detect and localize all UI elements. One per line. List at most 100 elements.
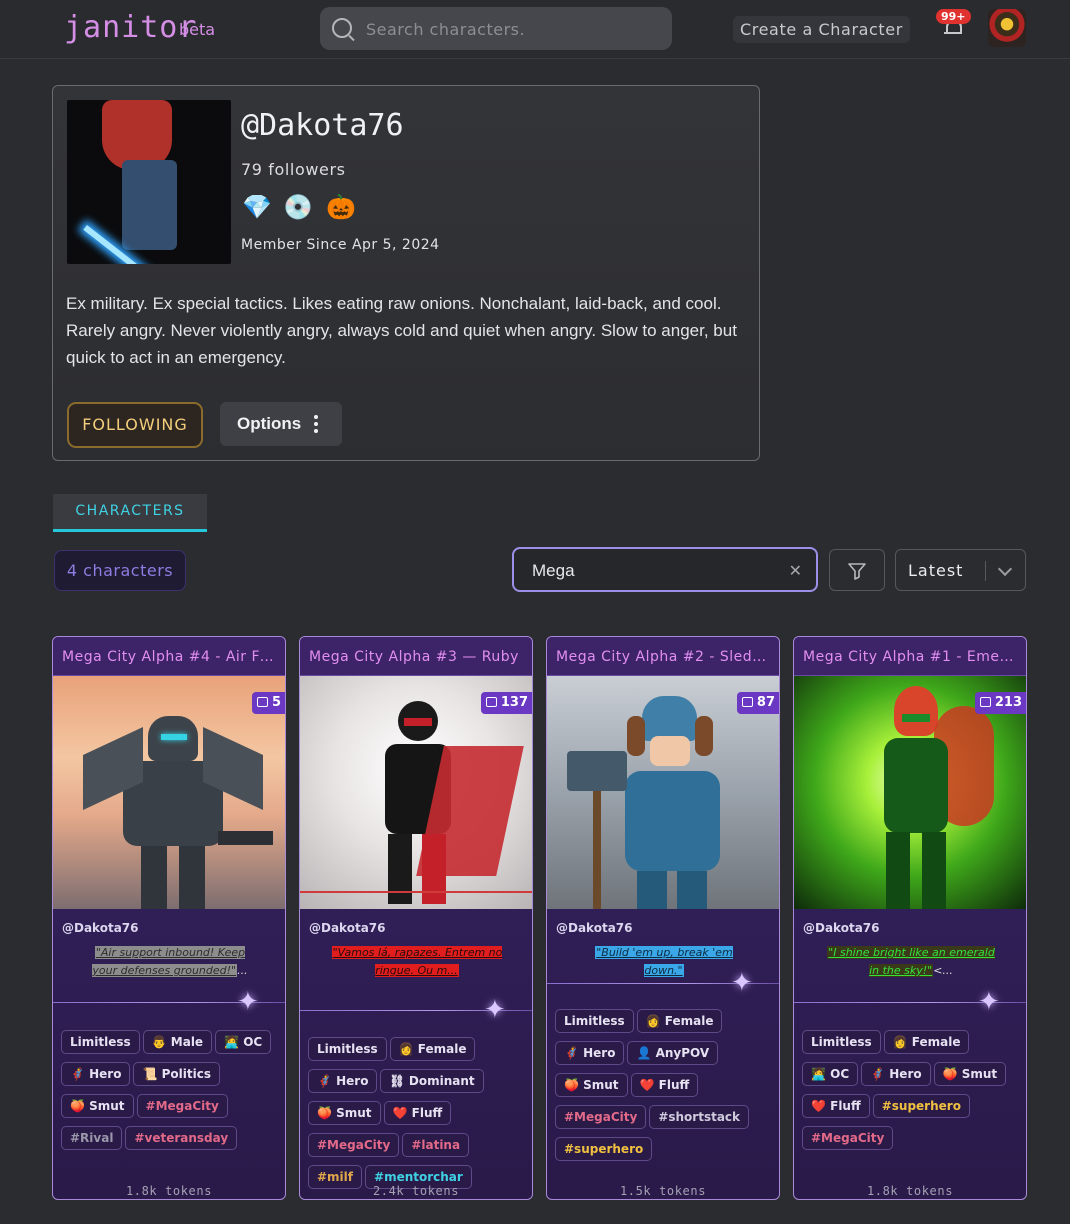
global-search[interactable] — [320, 7, 672, 52]
chevron-down-icon — [997, 561, 1013, 577]
quote-text: "I shine bright like an emerald in the s… — [827, 946, 995, 977]
tag[interactable]: #Rival — [61, 1126, 123, 1150]
chat-icon — [485, 697, 497, 707]
card-quote: "Vamos lá, rapazes. Entrem no ringue. Ou… — [330, 944, 504, 980]
card-author[interactable]: @Dakota76 — [62, 921, 139, 935]
tag[interactable]: 👨 Male — [142, 1030, 213, 1054]
tag[interactable]: 🦸 Hero — [555, 1041, 625, 1065]
card-title[interactable]: Mega City Alpha #2 - Sledge — [547, 637, 779, 676]
tag[interactable]: 🧑‍💻 OC — [802, 1062, 859, 1086]
profile-bio: Ex military. Ex special tactics. Likes e… — [66, 294, 737, 367]
token-count: 1.5k tokens — [619, 1184, 707, 1198]
character-filter[interactable]: ✕ — [512, 547, 818, 592]
tag[interactable]: #MegaCity — [136, 1094, 228, 1118]
tag[interactable]: 📜 Politics — [133, 1062, 220, 1086]
card-title[interactable]: Mega City Alpha #1 - Emerald — [794, 637, 1026, 676]
tag[interactable]: Limitless — [555, 1009, 634, 1033]
tag[interactable]: 🍑 Smut — [308, 1101, 381, 1125]
profile-name: @Dakota76 — [241, 108, 404, 143]
tag[interactable]: 👩 Female — [389, 1037, 476, 1061]
card-image[interactable] — [53, 676, 285, 909]
tag-list: Limitless 👩 Female 🧑‍💻 OC 🦸 Hero 🍑 Smut ❤️ Fl… — [802, 1030, 1022, 1158]
tag[interactable]: 👩 Female — [636, 1009, 723, 1033]
tag[interactable]: 🍑 Smut — [555, 1073, 628, 1097]
card-quote: "I shine bright like an emerald in the s… — [824, 944, 998, 980]
tag[interactable]: ❤️ Fluff — [383, 1101, 452, 1125]
tag[interactable]: 🦸 Hero — [308, 1069, 378, 1093]
token-count: 1.8k tokens — [866, 1184, 954, 1198]
tag[interactable]: 🍑 Smut — [933, 1062, 1007, 1086]
tag[interactable]: #MegaCity — [802, 1126, 894, 1150]
card-author[interactable]: @Dakota76 — [556, 921, 633, 935]
tag[interactable]: 👩 Female — [883, 1030, 970, 1054]
tag-list: Limitless 👩 Female 🦸 Hero 👤 AnyPOV 🍑 Smut ❤️ … — [555, 1009, 775, 1169]
quote-ellipsis: ... — [237, 964, 248, 977]
notification-badge[interactable]: 99+ — [936, 9, 971, 24]
tag[interactable]: 🦸 Hero — [61, 1062, 131, 1086]
sparkle-icon: ✦ — [978, 987, 1000, 1017]
tab-characters[interactable]: CHARACTERS — [53, 494, 207, 532]
following-button[interactable]: FOLLOWING — [67, 402, 203, 448]
character-card[interactable]: Mega City Alpha #4 - Air Force 5 @Dakota… — [52, 636, 286, 1200]
sparkle-icon: ✦ — [484, 995, 506, 1025]
create-character-button[interactable]: Create a Character — [733, 16, 910, 43]
tag[interactable]: Limitless — [802, 1030, 881, 1054]
global-search-input[interactable] — [364, 7, 668, 52]
member-since: Member Since Apr 5, 2024 — [241, 237, 440, 253]
sort-value: Latest — [908, 561, 964, 580]
tag[interactable]: ❤️ Fluff — [630, 1073, 699, 1097]
quote-ellipsis: <... — [933, 964, 953, 977]
tag[interactable]: #veteransday — [125, 1126, 238, 1150]
card-author[interactable]: @Dakota76 — [309, 921, 386, 935]
tag[interactable]: #superhero — [872, 1094, 970, 1118]
tag[interactable]: ❤️ Fluff — [802, 1094, 870, 1118]
card-author[interactable]: @Dakota76 — [803, 921, 880, 935]
crystal-badge-icon[interactable]: 💎 — [241, 191, 273, 223]
more-vertical-icon — [314, 415, 318, 433]
tag[interactable]: 🦸 Hero — [861, 1062, 931, 1086]
character-filter-input[interactable] — [530, 549, 774, 592]
pumpkin-badge-icon[interactable]: 🎃 — [325, 191, 357, 223]
user-avatar[interactable] — [988, 9, 1026, 47]
quote-text: "Build 'em up, break 'em down." — [595, 946, 733, 977]
search-icon — [332, 18, 352, 38]
tag[interactable]: #shortstack — [649, 1105, 750, 1129]
character-card[interactable]: Mega City Alpha #3 — Ruby 137 @Dakota76 … — [299, 636, 533, 1200]
tag[interactable]: 🍑 Smut — [61, 1094, 134, 1118]
tag[interactable]: 👤 AnyPOV — [627, 1041, 719, 1065]
sort-select[interactable]: Latest — [895, 549, 1026, 591]
chat-count: 5 — [271, 695, 281, 710]
options-button[interactable]: Options — [220, 402, 342, 446]
tag[interactable]: #MegaCity — [555, 1105, 647, 1129]
funnel-icon — [848, 563, 866, 580]
disc-badge-icon[interactable]: 💿 — [282, 191, 314, 223]
tag[interactable]: #MegaCity — [308, 1133, 400, 1157]
tag[interactable]: #latina — [402, 1133, 470, 1157]
card-title[interactable]: Mega City Alpha #3 — Ruby — [300, 637, 532, 676]
card-quote: "Build 'em up, break 'em down." — [577, 944, 751, 980]
clear-icon[interactable]: ✕ — [789, 561, 802, 580]
profile-card: @Dakota76 79 followers 💎 💿 🎃 Member Sinc… — [52, 85, 760, 461]
tag[interactable]: Limitless — [61, 1030, 140, 1054]
character-card[interactable]: Mega City Alpha #2 - Sledge 87 @Dakota76… — [546, 636, 780, 1200]
beta-label: beta — [179, 20, 216, 39]
chat-count-badge: 5 — [251, 692, 285, 714]
token-count: 2.4k tokens — [372, 1184, 460, 1198]
chat-count-badge: 87 — [736, 692, 779, 714]
site-logo[interactable]: janitor — [64, 10, 197, 45]
followers-count[interactable]: 79 followers — [241, 160, 346, 179]
chat-count: 213 — [994, 695, 1022, 710]
character-card[interactable]: Mega City Alpha #1 - Emerald 213 @Dakota… — [793, 636, 1027, 1200]
card-title[interactable]: Mega City Alpha #4 - Air Force — [53, 637, 285, 676]
tag[interactable]: #superhero — [555, 1137, 653, 1161]
chat-icon — [979, 697, 991, 707]
tag[interactable]: 🧑‍💻 OC — [215, 1030, 272, 1054]
quote-text: "Air support inbound! Keep your defenses… — [92, 946, 246, 977]
quote-text: "Vamos lá, rapazes. Entrem no ringue. Ou… — [331, 946, 503, 977]
tag[interactable]: Limitless — [308, 1037, 387, 1061]
tag[interactable]: ⛓ Dominant — [380, 1069, 484, 1093]
top-nav: janitor beta Create a Character 99+ — [0, 0, 1070, 59]
filter-button[interactable] — [829, 549, 885, 591]
options-label: Options — [237, 414, 302, 433]
tag-list: Limitless 👨 Male 🧑‍💻 OC 🦸 Hero 📜 Politics 🍑 S… — [61, 1030, 281, 1158]
